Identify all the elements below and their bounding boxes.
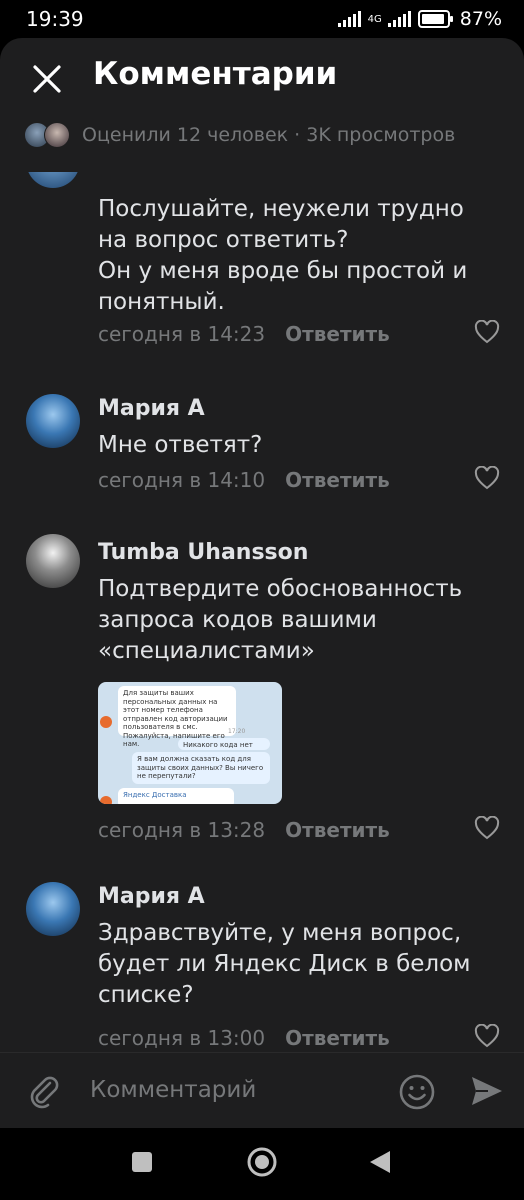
- battery-icon: [417, 10, 453, 28]
- avatar: [44, 122, 70, 148]
- network-type: 4G: [367, 13, 382, 25]
- bubble-sender: Яндекс Доставка: [123, 791, 187, 799]
- paperclip-icon[interactable]: [26, 1073, 62, 1109]
- reply-button[interactable]: Ответить: [285, 1026, 390, 1050]
- bubble-text: Никакого кода нет: [183, 741, 253, 749]
- bubble-text: Я вам должна сказать код для защиты свои…: [137, 755, 264, 780]
- recents-icon[interactable]: [130, 1150, 154, 1174]
- status-bar: 19:39 4G 87%: [0, 0, 524, 38]
- comment-footer: сегодня в 13:28 Ответить: [98, 818, 390, 842]
- home-icon[interactable]: [246, 1146, 278, 1178]
- smiley-icon[interactable]: [398, 1073, 436, 1111]
- signal-icon: [337, 11, 361, 27]
- close-icon[interactable]: [30, 62, 64, 96]
- signal-icon-2: [387, 11, 411, 27]
- comment-input-bar: [0, 1052, 524, 1129]
- likes-views-text: Оценили 12 человек · 3K просмотров: [82, 124, 456, 146]
- comment-author[interactable]: Мария А: [98, 396, 205, 421]
- comment-text: Послушайте, неужели трудно на вопрос отв…: [98, 196, 468, 315]
- comment-text: Подтвердите обоснованность запроса кодов…: [98, 576, 463, 664]
- comment-author[interactable]: Tumba Uhansson: [98, 540, 308, 565]
- chat-bubble: Никакого кода нет: [178, 738, 270, 750]
- status-icons: 4G 87%: [337, 8, 502, 30]
- comment-footer: сегодня в 14:10 Ответить: [98, 468, 390, 492]
- back-icon[interactable]: [368, 1149, 392, 1175]
- comments-list[interactable]: Послушайте, неужели трудно на вопрос отв…: [0, 172, 524, 1052]
- system-nav-bar: [0, 1128, 524, 1200]
- comment-input[interactable]: [88, 1067, 382, 1113]
- chat-bubble: Я вам должна сказать код для защиты свои…: [132, 752, 270, 784]
- bubble-time: 17:20: [228, 728, 246, 735]
- battery-level: 87%: [459, 8, 502, 30]
- bot-avatar: [100, 716, 112, 728]
- comment-footer: сегодня в 13:00 Ответить: [98, 1026, 390, 1050]
- attached-screenshot[interactable]: Для защиты ваших персональных данных на …: [98, 682, 282, 804]
- comment-time: сегодня в 13:00: [98, 1026, 266, 1050]
- avatar[interactable]: [26, 394, 80, 448]
- chat-bubble: Яндекс Доставка: [118, 788, 234, 804]
- comment-time: сегодня в 14:10: [98, 468, 266, 492]
- chat-bubble: Для защиты ваших персональных данных на …: [118, 686, 236, 748]
- comments-sheet: Комментарии Оценили 12 человек · 3K прос…: [0, 38, 524, 1128]
- status-time: 19:39: [26, 7, 84, 31]
- header: Комментарии: [0, 38, 524, 120]
- page-title: Комментарии: [93, 56, 338, 92]
- heart-icon[interactable]: [474, 1024, 500, 1048]
- avatar[interactable]: [26, 534, 80, 588]
- reply-button[interactable]: Ответить: [285, 468, 390, 492]
- likes-views-row[interactable]: Оценили 12 человек · 3K просмотров: [24, 118, 455, 152]
- liker-avatars: [24, 122, 72, 148]
- comment-text: Мне ответят?: [98, 432, 263, 458]
- comment-footer: сегодня в 14:23 Ответить: [98, 322, 390, 346]
- heart-icon[interactable]: [474, 816, 500, 840]
- comment-time: сегодня в 13:28: [98, 818, 266, 842]
- avatar[interactable]: [26, 882, 80, 936]
- comment-time: сегодня в 14:23: [98, 322, 266, 346]
- reply-button[interactable]: Ответить: [285, 322, 390, 346]
- comment-text: Здравствуйте, у меня вопрос, будет ли Ян…: [98, 920, 471, 1008]
- avatar[interactable]: [26, 172, 80, 188]
- reply-button[interactable]: Ответить: [285, 818, 390, 842]
- send-icon[interactable]: [470, 1075, 504, 1107]
- bot-avatar: [100, 796, 112, 804]
- comment-author[interactable]: Мария А: [98, 884, 205, 909]
- heart-icon[interactable]: [474, 320, 500, 344]
- heart-icon[interactable]: [474, 466, 500, 490]
